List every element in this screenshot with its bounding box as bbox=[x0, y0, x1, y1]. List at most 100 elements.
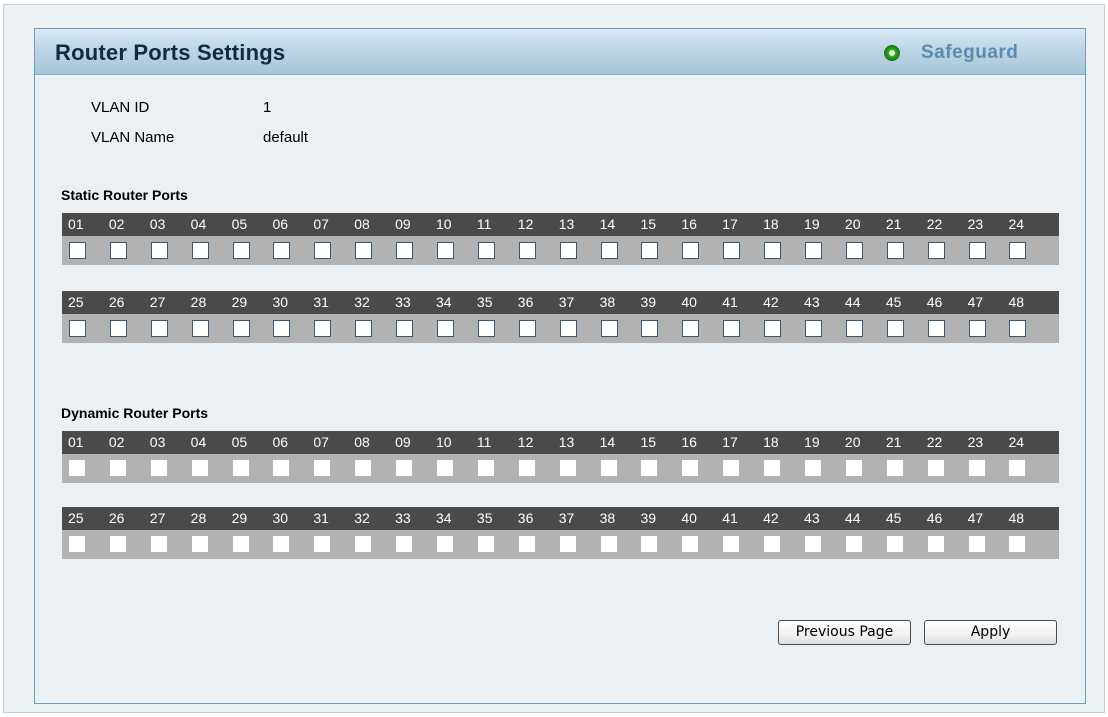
dynamic-port-indicator bbox=[232, 536, 249, 552]
port-cell bbox=[845, 320, 887, 337]
port-cell bbox=[805, 460, 846, 477]
port-cell bbox=[232, 536, 274, 553]
static-port-checkbox[interactable] bbox=[109, 320, 127, 337]
port-number-label: 27 bbox=[149, 294, 166, 310]
static-port-checkbox[interactable] bbox=[764, 242, 782, 259]
static-port-checkbox[interactable] bbox=[600, 320, 618, 337]
safeguard-status-icon bbox=[884, 45, 900, 61]
port-cell bbox=[682, 460, 723, 477]
port-cell bbox=[723, 320, 764, 337]
static-port-checkbox[interactable] bbox=[69, 242, 86, 259]
dynamic-port-indicator bbox=[150, 460, 167, 476]
static-port-checkbox[interactable] bbox=[723, 320, 741, 337]
static-port-checkbox[interactable] bbox=[437, 320, 455, 337]
port-cell bbox=[845, 460, 887, 477]
static-port-checkbox[interactable] bbox=[886, 242, 904, 259]
port-number-label: 11 bbox=[476, 216, 492, 232]
static-ports-group-2: 25 26 27 28 29 30 31 32 33 34 35 36 37 38 39 40 41 42 43 44… bbox=[62, 291, 1059, 343]
static-port-checkbox[interactable] bbox=[805, 242, 823, 259]
static-port-checkbox[interactable] bbox=[191, 242, 209, 259]
static-port-checkbox[interactable] bbox=[273, 242, 291, 259]
static-port-checkbox[interactable] bbox=[396, 242, 414, 259]
previous-page-button[interactable]: Previous Page bbox=[778, 620, 911, 645]
port-cell bbox=[518, 242, 560, 259]
static-port-checkbox[interactable] bbox=[232, 320, 250, 337]
port-number-label: 37 bbox=[558, 510, 575, 526]
port-number-label: 15 bbox=[640, 434, 657, 450]
dynamic-port-indicator bbox=[1009, 460, 1026, 476]
port-cell bbox=[232, 320, 274, 337]
static-port-checkbox[interactable] bbox=[150, 320, 168, 337]
port-cell bbox=[150, 536, 192, 553]
port-cell bbox=[927, 242, 969, 259]
static-port-checkbox[interactable] bbox=[477, 242, 495, 259]
static-port-checkbox[interactable] bbox=[805, 320, 823, 337]
port-number-label: 45 bbox=[885, 294, 902, 310]
static-port-checkbox[interactable] bbox=[1009, 242, 1027, 259]
dynamic-port-indicator bbox=[682, 460, 699, 476]
port-cell bbox=[191, 460, 233, 477]
static-port-checkbox[interactable] bbox=[518, 320, 536, 337]
static-port-checkbox[interactable] bbox=[845, 242, 863, 259]
port-cell bbox=[968, 242, 1010, 259]
static-port-checkbox[interactable] bbox=[437, 242, 455, 259]
static-port-checkbox[interactable] bbox=[641, 242, 659, 259]
settings-panel: Router Ports Settings Safeguard VLAN ID … bbox=[34, 28, 1086, 704]
port-cell bbox=[69, 536, 110, 553]
static-port-checkbox[interactable] bbox=[273, 320, 291, 337]
dynamic-port-indicator bbox=[764, 536, 781, 552]
port-cell bbox=[396, 460, 437, 477]
port-number-label: 06 bbox=[272, 216, 289, 232]
static-port-checkbox[interactable] bbox=[845, 320, 863, 337]
static-port-checkbox[interactable] bbox=[682, 320, 700, 337]
port-cell bbox=[805, 242, 846, 259]
port-cell bbox=[600, 536, 642, 553]
apply-button[interactable]: Apply bbox=[924, 620, 1057, 645]
port-cell bbox=[886, 536, 928, 553]
static-port-checkbox[interactable] bbox=[314, 320, 332, 337]
static-port-checkbox[interactable] bbox=[396, 320, 414, 337]
static-port-checkbox[interactable] bbox=[927, 242, 945, 259]
static-port-checkbox[interactable] bbox=[559, 242, 577, 259]
static-port-checkbox[interactable] bbox=[886, 320, 904, 337]
static-port-checkbox[interactable] bbox=[1009, 320, 1027, 337]
static-port-checkbox[interactable] bbox=[682, 242, 700, 259]
static-port-checkbox[interactable] bbox=[764, 320, 782, 337]
port-cell bbox=[559, 460, 601, 477]
dynamic-port-indicator bbox=[968, 460, 985, 476]
static-port-checkbox[interactable] bbox=[518, 242, 536, 259]
static-port-checkbox[interactable] bbox=[355, 320, 373, 337]
port-cell bbox=[682, 536, 723, 553]
port-number-label: 18 bbox=[763, 434, 779, 450]
port-number-label: 06 bbox=[272, 434, 289, 450]
static-port-checkbox[interactable] bbox=[968, 242, 986, 259]
dynamic-port-indicator bbox=[927, 536, 944, 552]
static-port-checkbox[interactable] bbox=[232, 242, 250, 259]
port-cell bbox=[518, 460, 560, 477]
static-port-checkbox[interactable] bbox=[191, 320, 209, 337]
port-number-label: 08 bbox=[354, 216, 370, 232]
port-number-label: 04 bbox=[190, 216, 207, 232]
port-number-label: 31 bbox=[313, 510, 329, 526]
static-port-checkbox[interactable] bbox=[150, 242, 168, 259]
port-cell bbox=[69, 460, 110, 477]
static-port-checkbox[interactable] bbox=[355, 242, 373, 259]
static-port-checkbox[interactable] bbox=[69, 320, 86, 337]
dynamic-port-indicator bbox=[518, 460, 535, 476]
static-port-checkbox[interactable] bbox=[641, 320, 659, 337]
static-port-checkbox[interactable] bbox=[109, 242, 127, 259]
static-port-checkbox[interactable] bbox=[314, 242, 332, 259]
port-number-label: 42 bbox=[763, 294, 779, 310]
port-cell bbox=[723, 536, 764, 553]
static-port-checkbox[interactable] bbox=[600, 242, 618, 259]
port-number-label: 26 bbox=[108, 510, 125, 526]
static-port-checkbox[interactable] bbox=[477, 320, 495, 337]
port-number-label: 28 bbox=[190, 294, 207, 310]
port-cell bbox=[600, 320, 642, 337]
static-port-checkbox[interactable] bbox=[927, 320, 945, 337]
static-port-checkbox[interactable] bbox=[968, 320, 986, 337]
port-number-label: 16 bbox=[681, 216, 697, 232]
port-number-label: 29 bbox=[231, 294, 248, 310]
static-port-checkbox[interactable] bbox=[723, 242, 741, 259]
static-port-checkbox[interactable] bbox=[559, 320, 577, 337]
